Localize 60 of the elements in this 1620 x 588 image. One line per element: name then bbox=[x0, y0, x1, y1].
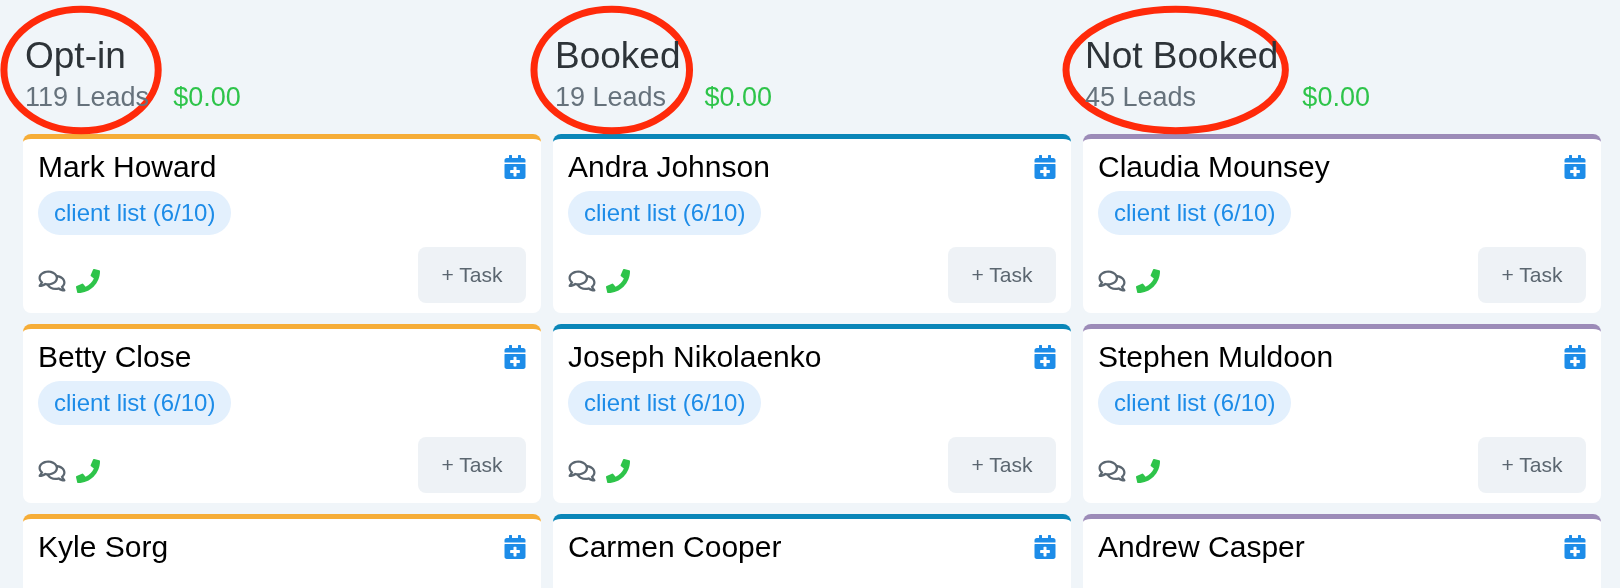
column-title: Not Booked bbox=[1085, 34, 1279, 78]
lead-card[interactable]: Mark Howard client list (6/10) + Task bbox=[23, 134, 541, 313]
lead-count: 19 Leads bbox=[555, 81, 668, 114]
phone-icon[interactable] bbox=[606, 459, 630, 483]
chat-icon[interactable] bbox=[1098, 459, 1126, 483]
add-task-button[interactable]: + Task bbox=[1478, 247, 1586, 303]
add-task-button[interactable]: + Task bbox=[948, 247, 1056, 303]
calendar-plus-icon[interactable] bbox=[504, 345, 526, 369]
tag: client list (6/10) bbox=[568, 191, 762, 235]
add-task-button[interactable]: + Task bbox=[1478, 437, 1586, 493]
phone-icon[interactable] bbox=[606, 269, 630, 293]
tag: client list (6/10) bbox=[38, 191, 232, 235]
amount: $0.00 bbox=[704, 81, 773, 114]
phone-icon[interactable] bbox=[76, 269, 100, 293]
add-task-button[interactable]: + Task bbox=[418, 437, 526, 493]
calendar-plus-icon[interactable] bbox=[504, 155, 526, 179]
calendar-plus-icon[interactable] bbox=[1564, 345, 1586, 369]
calendar-plus-icon[interactable] bbox=[1034, 345, 1056, 369]
lead-name[interactable]: Joseph Nikolaenko bbox=[568, 337, 822, 377]
tag: client list (6/10) bbox=[38, 381, 232, 425]
chat-icon[interactable] bbox=[38, 269, 66, 293]
tag: client list (6/10) bbox=[1098, 381, 1292, 425]
phone-icon[interactable] bbox=[76, 459, 100, 483]
lead-card[interactable]: Carmen Cooper bbox=[553, 514, 1071, 588]
lead-name[interactable]: Mark Howard bbox=[38, 147, 217, 187]
calendar-plus-icon[interactable] bbox=[1034, 155, 1056, 179]
add-task-button[interactable]: + Task bbox=[418, 247, 526, 303]
lead-card[interactable]: Claudia Mounsey client list (6/10) + Task bbox=[1083, 134, 1601, 313]
lead-card[interactable]: Stephen Muldoon client list (6/10) + Task bbox=[1083, 324, 1601, 503]
calendar-plus-icon[interactable] bbox=[1564, 535, 1586, 559]
add-task-button[interactable]: + Task bbox=[948, 437, 1056, 493]
calendar-plus-icon[interactable] bbox=[504, 535, 526, 559]
lead-name[interactable]: Andrew Casper bbox=[1098, 527, 1305, 567]
lead-name[interactable]: Betty Close bbox=[38, 337, 192, 377]
amount: $0.00 bbox=[173, 81, 241, 114]
lead-card[interactable]: Kyle Sorg bbox=[23, 514, 541, 588]
chat-icon[interactable] bbox=[1098, 269, 1126, 293]
phone-icon[interactable] bbox=[1136, 269, 1160, 293]
lead-name[interactable]: Kyle Sorg bbox=[38, 527, 169, 567]
column-title: Opt-in bbox=[25, 34, 127, 78]
lead-name[interactable]: Andra Johnson bbox=[568, 147, 770, 187]
chat-icon[interactable] bbox=[38, 459, 66, 483]
lead-name[interactable]: Stephen Muldoon bbox=[1098, 337, 1334, 377]
lead-count: 45 Leads bbox=[1085, 81, 1198, 114]
column-title: Booked bbox=[555, 34, 681, 78]
phone-icon[interactable] bbox=[1136, 459, 1160, 483]
calendar-plus-icon[interactable] bbox=[1034, 535, 1056, 559]
lead-name[interactable]: Claudia Mounsey bbox=[1098, 147, 1330, 187]
tag: client list (6/10) bbox=[1098, 191, 1292, 235]
lead-card[interactable]: Andrew Casper bbox=[1083, 514, 1601, 588]
chat-icon[interactable] bbox=[568, 459, 596, 483]
lead-name[interactable]: Carmen Cooper bbox=[568, 527, 782, 567]
tag: client list (6/10) bbox=[568, 381, 762, 425]
amount: $0.00 bbox=[1302, 81, 1370, 114]
lead-card[interactable]: Andra Johnson client list (6/10) + Task bbox=[553, 134, 1071, 313]
lead-card[interactable]: Betty Close client list (6/10) + Task bbox=[23, 324, 541, 503]
lead-count: 119 Leads bbox=[25, 81, 150, 114]
lead-card[interactable]: Joseph Nikolaenko client list (6/10) + Task bbox=[553, 324, 1071, 503]
calendar-plus-icon[interactable] bbox=[1564, 155, 1586, 179]
chat-icon[interactable] bbox=[568, 269, 596, 293]
